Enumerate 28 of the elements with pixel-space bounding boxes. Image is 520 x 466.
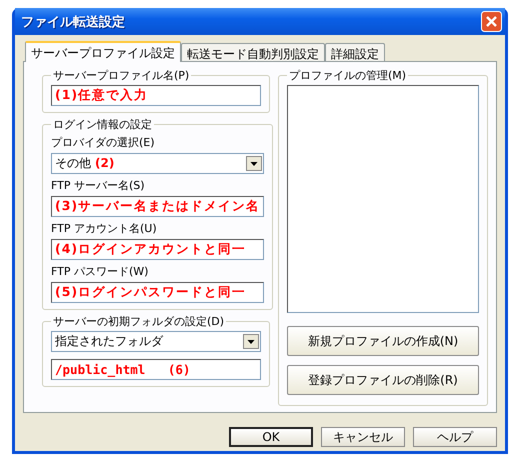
tab[interactable]: 詳細設定	[325, 43, 385, 61]
profile-button[interactable]: 新規プロファイルの作成(N)	[287, 326, 479, 356]
dialog-button[interactable]: OK	[229, 427, 313, 447]
input-field[interactable]: (1)任意で入力	[51, 85, 261, 106]
tab[interactable]: サーバープロファイル設定	[25, 41, 181, 62]
field-label: プロバイダの選択(E)	[51, 135, 156, 150]
group-label: サーバープロファイル名(P)	[52, 68, 190, 83]
field-label: FTP サーバー名(S)	[51, 178, 146, 193]
group-label: サーバーの初期フォルダの設定(D)	[52, 314, 226, 329]
dialog-button[interactable]: キャンセル	[321, 427, 405, 447]
caret-icon[interactable]	[243, 334, 259, 349]
profile-button[interactable]: 登録プロファイルの削除(R)	[287, 365, 479, 395]
input-field[interactable]: (4)ログインアカウントと同一	[51, 239, 264, 260]
group-label: ログイン情報の設定	[52, 117, 153, 132]
input-field[interactable]: (3)サーバー名またはドメイン名	[51, 196, 264, 217]
dialog-button[interactable]: ヘルプ	[413, 427, 497, 447]
window-title: ファイル転送設定	[21, 14, 125, 30]
caret-icon[interactable]	[246, 156, 262, 171]
close-icon[interactable]	[481, 11, 502, 32]
field-label: FTP アカウント名(U)	[51, 221, 158, 236]
input-field[interactable]: (5)ログインパスワードと同一	[51, 282, 264, 303]
annotation-label: (2)	[95, 156, 114, 170]
tab[interactable]: 転送モード自動判別設定	[181, 43, 325, 61]
group-label: プロファイルの管理(M)	[288, 68, 408, 83]
dropdown[interactable]: その他 (2)	[51, 153, 264, 174]
dropdown[interactable]: 指定されたフォルダ	[51, 331, 261, 352]
input-field[interactable]: /public_html (6)	[51, 359, 261, 380]
field-label: FTP パスワード(W)	[51, 264, 150, 279]
